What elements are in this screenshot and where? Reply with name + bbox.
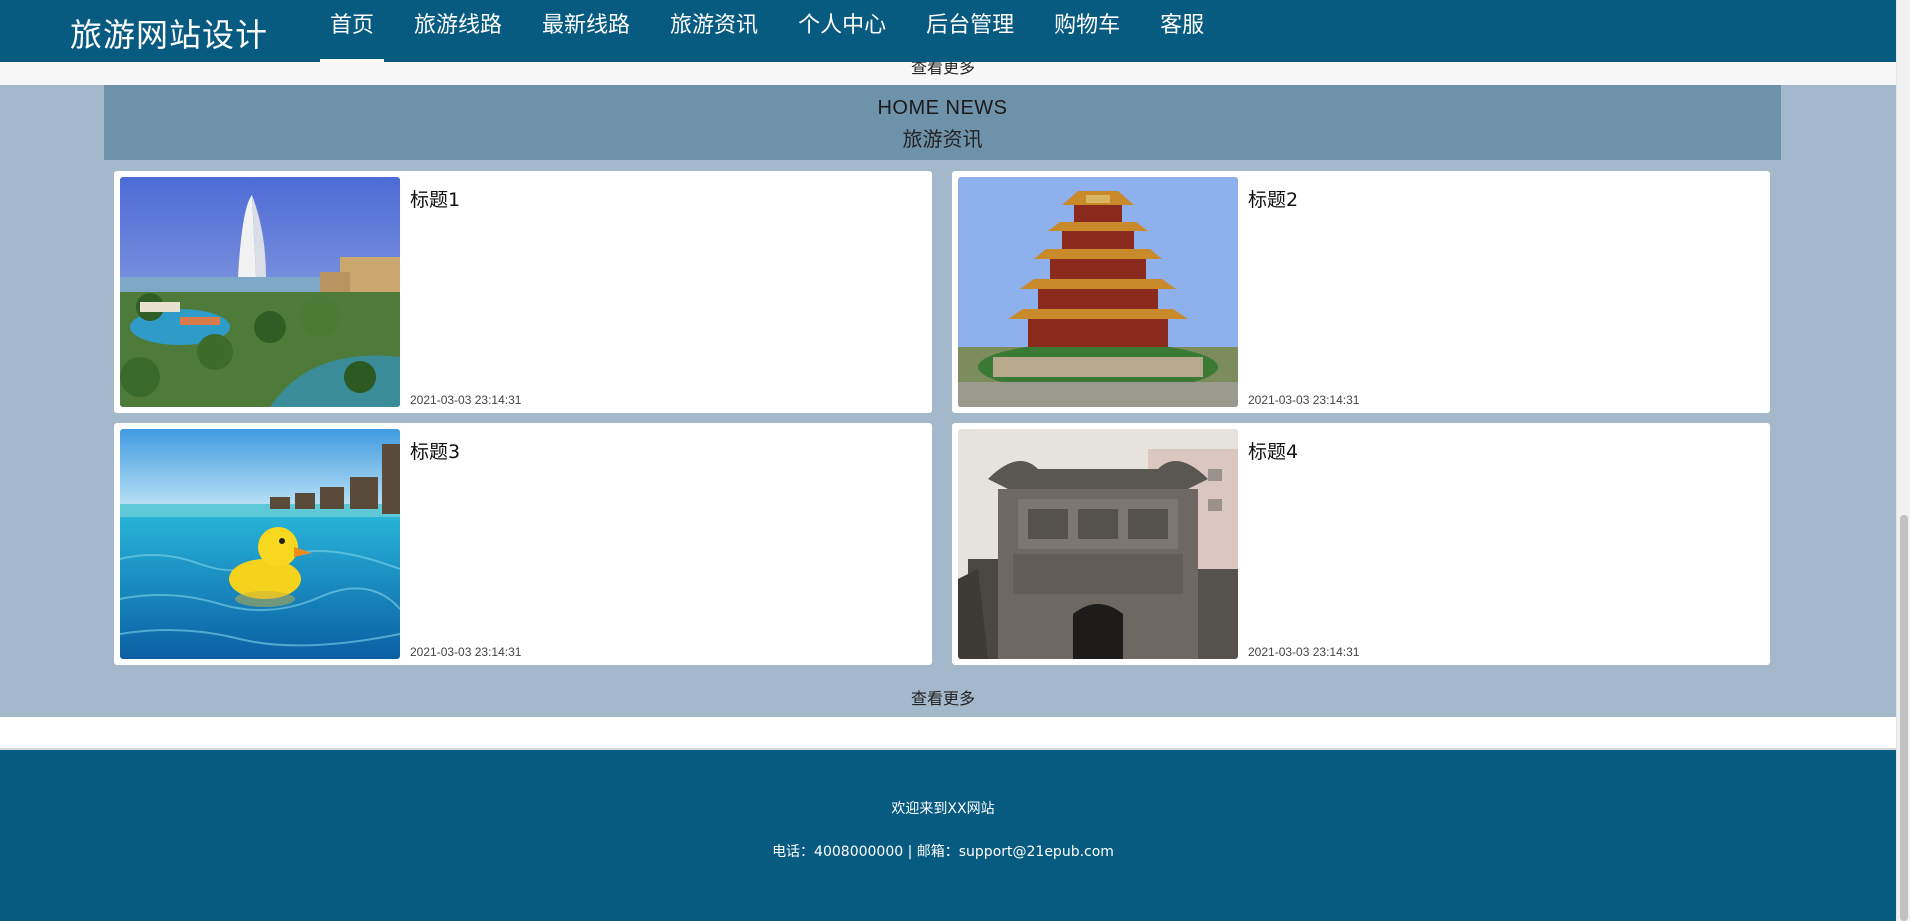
footer-welcome-text: 欢迎来到XX网站: [891, 801, 995, 817]
burj-al-arab-resort-image[interactable]: [120, 177, 400, 407]
site-footer: 欢迎来到XX网站 电话：4008000000 | 邮箱：support@21ep…: [0, 750, 1896, 921]
main-nav: 首页 旅游线路 最新线路 旅游资讯 个人中心 后台管理 购物车 客服: [320, 0, 1234, 62]
ancient-stone-gate-image[interactable]: [958, 429, 1238, 659]
news-card-title[interactable]: 标题2: [1248, 185, 1298, 212]
upper-more-link[interactable]: 查看更多: [0, 62, 1886, 78]
news-card[interactable]: 标题3 2021-03-03 23:14:31: [114, 423, 932, 665]
nav-item-cart[interactable]: 购物车: [1044, 0, 1130, 62]
footer-contact-text: 电话：4008000000 | 邮箱：support@21epub.com: [772, 844, 1114, 860]
footer-spacer: [0, 717, 1896, 750]
yellow-crane-tower-image[interactable]: [958, 177, 1238, 407]
news-section-header: HOME NEWS 旅游资讯: [104, 85, 1781, 160]
nav-item-profile[interactable]: 个人中心: [788, 0, 896, 62]
news-section: HOME NEWS 旅游资讯 标题1 2021-03-03 23:14:31 标…: [0, 85, 1896, 717]
nav-item-admin[interactable]: 后台管理: [916, 0, 1024, 62]
news-card-date: 2021-03-03 23:14:31: [410, 393, 522, 407]
news-card-date: 2021-03-03 23:14:31: [410, 645, 522, 659]
top-nav-bar: 旅游网站设计 首页 旅游线路 最新线路 旅游资讯 个人中心 后台管理 购物车 客…: [0, 0, 1896, 62]
nav-item-home[interactable]: 首页: [320, 0, 385, 62]
news-card[interactable]: 标题4 2021-03-03 23:14:31: [952, 423, 1770, 665]
nav-item-latest-routes[interactable]: 最新线路: [532, 0, 640, 62]
news-card-date: 2021-03-03 23:14:31: [1248, 645, 1360, 659]
news-card-title[interactable]: 标题4: [1248, 437, 1298, 464]
news-title-cn: 旅游资讯: [902, 127, 983, 151]
site-brand[interactable]: 旅游网站设计: [70, 10, 268, 56]
nav-item-service[interactable]: 客服: [1150, 0, 1214, 62]
news-card-title[interactable]: 标题3: [410, 437, 460, 464]
news-card[interactable]: 标题1 2021-03-03 23:14:31: [114, 171, 932, 413]
news-card-date: 2021-03-03 23:14:31: [1248, 393, 1360, 407]
news-card-title[interactable]: 标题1: [410, 185, 460, 212]
rubber-duck-pool-image[interactable]: [120, 429, 400, 659]
scrollbar-thumb[interactable]: [1900, 515, 1908, 921]
nav-item-routes[interactable]: 旅游线路: [404, 0, 512, 62]
nav-item-news[interactable]: 旅游资讯: [660, 0, 768, 62]
previous-section-strip: 查看更多: [0, 62, 1896, 85]
news-more-link[interactable]: 查看更多: [0, 685, 1886, 709]
page-scrollbar[interactable]: [1896, 0, 1910, 921]
news-title-en: HOME NEWS: [877, 97, 1008, 119]
news-card[interactable]: 标题2 2021-03-03 23:14:31: [952, 171, 1770, 413]
